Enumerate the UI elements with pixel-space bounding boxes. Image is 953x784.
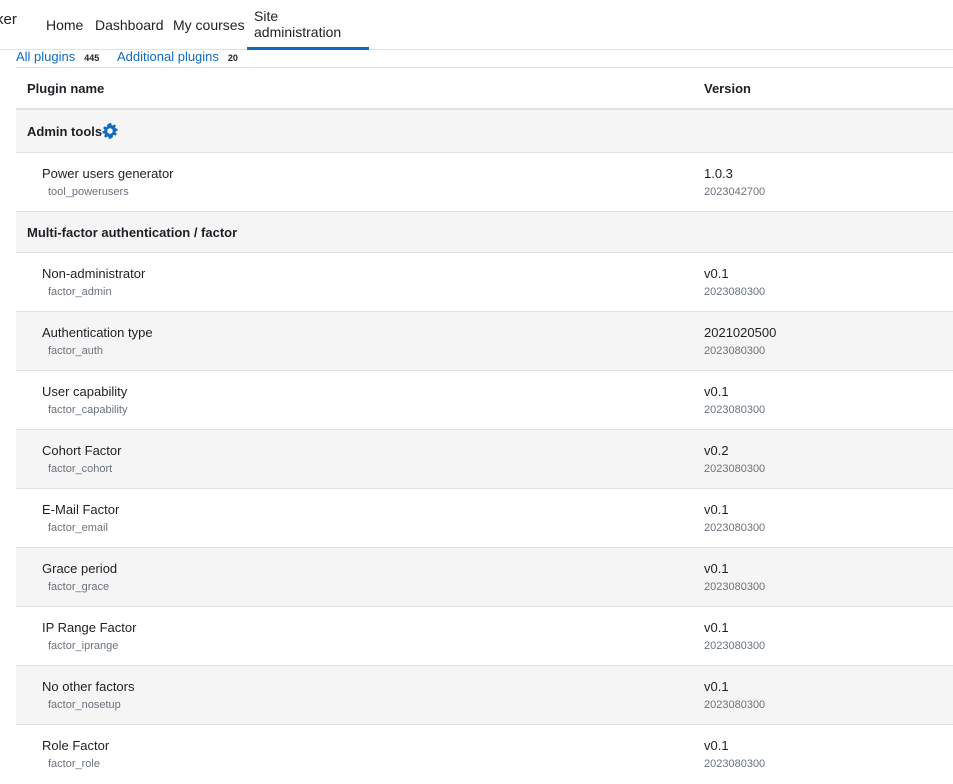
plugin-name: Power users generator xyxy=(42,166,174,181)
header-version: Version xyxy=(704,81,751,96)
plugin-release: v0.1 xyxy=(704,620,729,635)
plugin-release: 1.0.3 xyxy=(704,166,733,181)
plugin-name: Role Factor xyxy=(42,738,110,753)
group-title-text: Admin tools xyxy=(27,123,103,139)
group-title: Admin tools xyxy=(27,123,118,139)
table-row: E-Mail Factor factor_email v0.1 20230803… xyxy=(16,489,953,548)
tab-label: Additional plugins xyxy=(117,49,219,64)
table-row: Grace period factor_grace v0.1 202308030… xyxy=(16,548,953,607)
plugin-component: factor_auth xyxy=(48,345,104,357)
plugin-name: User capability xyxy=(42,384,128,399)
plugin-release: v0.1 xyxy=(704,384,729,399)
cog-icon[interactable] xyxy=(102,123,118,139)
plugin-version: 2023042700 xyxy=(704,186,766,198)
nav-my-courses[interactable]: My courses xyxy=(166,0,252,49)
group-row-admin-tools: Admin tools xyxy=(16,110,953,153)
plugin-release: v0.1 xyxy=(704,561,729,576)
plugin-release: v0.1 xyxy=(704,679,729,694)
group-row-mfa-factor: Multi-factor authentication / factor xyxy=(16,212,953,253)
plugin-name: Grace period xyxy=(42,561,118,576)
top-navbar: ker Home Dashboard My courses Site admin… xyxy=(0,0,953,50)
plugin-name: Authentication type xyxy=(42,325,153,340)
plugin-version: 2023080300 xyxy=(704,345,766,357)
table-row: IP Range Factor factor_iprange v0.1 2023… xyxy=(16,607,953,666)
tab-label: All plugins xyxy=(16,49,76,64)
plugin-name: No other factors xyxy=(42,679,135,694)
plugin-component: factor_admin xyxy=(48,286,112,298)
plugin-name: Non-administrator xyxy=(42,266,146,281)
tab-all-plugins[interactable]: All plugins 445 xyxy=(16,49,99,64)
plugins-table: Plugin name Version Admin tools Power us… xyxy=(16,68,953,784)
plugin-name: IP Range Factor xyxy=(42,620,137,635)
nav-home[interactable]: Home xyxy=(39,0,90,49)
nav-site-administration[interactable]: Site administration xyxy=(247,0,369,50)
table-header: Plugin name Version xyxy=(16,68,953,110)
tab-count-badge: 445 xyxy=(84,53,100,63)
plugin-release: 2021020500 xyxy=(704,325,777,340)
plugin-release: v0.1 xyxy=(704,266,729,281)
plugin-version: 2023080300 xyxy=(704,404,766,416)
plugin-component: factor_email xyxy=(48,522,108,534)
plugin-version: 2023080300 xyxy=(704,581,766,593)
plugin-component: factor_capability xyxy=(48,404,128,416)
plugin-name: Cohort Factor xyxy=(42,443,122,458)
plugin-release: v0.1 xyxy=(704,502,729,517)
plugin-component: tool_powerusers xyxy=(48,186,129,198)
table-row: User capability factor_capability v0.1 2… xyxy=(16,371,953,430)
group-title: Multi-factor authentication / factor xyxy=(27,225,238,240)
plugin-version: 2023080300 xyxy=(704,758,766,770)
tab-additional-plugins[interactable]: Additional plugins 20 xyxy=(117,49,238,64)
plugin-release: v0.1 xyxy=(704,738,729,753)
plugin-version: 2023080300 xyxy=(704,463,766,475)
header-plugin-name: Plugin name xyxy=(27,81,105,96)
table-row: Authentication type factor_auth 20210205… xyxy=(16,312,953,371)
plugin-component: factor_cohort xyxy=(48,463,113,475)
table-row: Role Factor factor_role v0.1 2023080300 xyxy=(16,725,953,784)
nav-dashboard[interactable]: Dashboard xyxy=(88,0,171,49)
table-row: No other factors factor_nosetup v0.1 202… xyxy=(16,666,953,725)
plugin-version: 2023080300 xyxy=(704,699,766,711)
plugin-version: 2023080300 xyxy=(704,522,766,534)
plugin-component: factor_role xyxy=(48,758,100,770)
site-brand[interactable]: ker xyxy=(0,11,17,28)
plugin-release: v0.2 xyxy=(704,443,729,458)
plugin-component: factor_iprange xyxy=(48,640,119,652)
plugin-component: factor_grace xyxy=(48,581,110,593)
plugin-filter-tabs: All plugins 445 Additional plugins 20 xyxy=(16,49,953,68)
plugin-name: E-Mail Factor xyxy=(42,502,120,517)
table-row: Cohort Factor factor_cohort v0.2 2023080… xyxy=(16,430,953,489)
tab-count-badge: 20 xyxy=(227,53,238,63)
plugin-version: 2023080300 xyxy=(704,640,766,652)
plugin-version: 2023080300 xyxy=(704,286,766,298)
table-row: Non-administrator factor_admin v0.1 2023… xyxy=(16,253,953,312)
plugin-component: factor_nosetup xyxy=(48,699,121,711)
table-row: Power users generator tool_powerusers 1.… xyxy=(16,153,953,212)
